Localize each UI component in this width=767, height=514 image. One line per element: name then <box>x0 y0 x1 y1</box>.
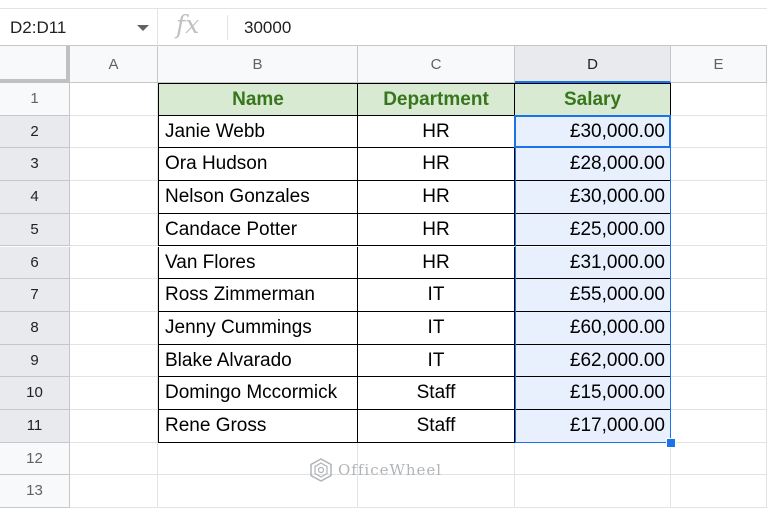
empty-cell[interactable] <box>70 246 158 280</box>
row-header-1[interactable]: 1 <box>0 83 70 116</box>
table-cell[interactable]: Nelson Gonzales <box>158 181 358 214</box>
row-header-12[interactable]: 12 <box>0 442 70 476</box>
table-cell[interactable]: HR <box>358 246 515 280</box>
empty-cell[interactable] <box>70 181 158 214</box>
empty-cell[interactable] <box>671 344 767 378</box>
empty-cell[interactable] <box>70 410 158 443</box>
empty-cell[interactable] <box>671 246 767 280</box>
table-cell[interactable]: Blake Alvarado <box>158 344 358 378</box>
chevron-down-icon[interactable] <box>137 25 149 31</box>
table-cell[interactable]: Ora Hudson <box>158 148 358 182</box>
empty-cell[interactable] <box>70 344 158 378</box>
table-cell[interactable]: Van Flores <box>158 246 358 280</box>
table-header-cell[interactable]: Department <box>358 83 515 116</box>
row-header-2[interactable]: 2 <box>0 115 70 149</box>
name-box[interactable]: D2:D11 <box>0 9 158 46</box>
empty-cell[interactable] <box>671 279 767 312</box>
watermark-text: OfficeWheel <box>338 461 443 479</box>
table-cell[interactable]: HR <box>358 213 515 247</box>
toolbar-edge <box>0 0 767 8</box>
empty-cell[interactable] <box>671 410 767 443</box>
table-cell[interactable]: £25,000.00 <box>515 213 671 247</box>
formula-input[interactable]: 30000 <box>244 18 291 38</box>
table-cell[interactable]: £55,000.00 <box>515 279 671 312</box>
select-all-corner[interactable] <box>0 46 70 83</box>
table-cell[interactable]: £30,000.00 <box>515 181 671 214</box>
empty-cell[interactable] <box>70 442 158 476</box>
empty-cell[interactable] <box>515 442 671 476</box>
empty-cell[interactable] <box>671 181 767 214</box>
table-cell[interactable]: IT <box>358 344 515 378</box>
table-header-cell[interactable]: Salary <box>515 83 671 116</box>
empty-cell[interactable] <box>70 148 158 182</box>
row-header-11[interactable]: 11 <box>0 410 70 443</box>
row-header-3[interactable]: 3 <box>0 148 70 182</box>
table-cell[interactable]: Staff <box>358 377 515 410</box>
column-header-a[interactable]: A <box>70 46 158 83</box>
empty-cell[interactable] <box>70 377 158 410</box>
table-cell[interactable]: £30,000.00 <box>515 115 671 149</box>
row-header-9[interactable]: 9 <box>0 344 70 378</box>
table-cell[interactable]: Candace Potter <box>158 213 358 247</box>
row-header-4[interactable]: 4 <box>0 181 70 214</box>
table-cell[interactable]: HR <box>358 148 515 182</box>
table-cell[interactable]: IT <box>358 279 515 312</box>
empty-cell[interactable] <box>671 377 767 410</box>
table-header-cell[interactable]: Name <box>158 83 358 116</box>
column-header-b[interactable]: B <box>158 46 358 83</box>
row-header-8[interactable]: 8 <box>0 311 70 345</box>
row-header-5[interactable]: 5 <box>0 213 70 247</box>
empty-cell[interactable] <box>671 442 767 476</box>
name-box-value: D2:D11 <box>10 18 67 37</box>
row-header-10[interactable]: 10 <box>0 377 70 410</box>
fill-handle[interactable] <box>666 437 676 448</box>
empty-cell[interactable] <box>70 213 158 247</box>
empty-cell[interactable] <box>70 311 158 345</box>
table-cell[interactable]: Rene Gross <box>158 410 358 443</box>
watermark: OfficeWheel <box>310 458 442 482</box>
row-header-6[interactable]: 6 <box>0 246 70 280</box>
column-header-e[interactable]: E <box>671 46 767 83</box>
empty-cell[interactable] <box>70 115 158 149</box>
officewheel-logo-icon <box>310 458 332 482</box>
formula-bar: D2:D11 fx 30000 <box>0 8 767 46</box>
table-cell[interactable]: £60,000.00 <box>515 311 671 345</box>
table-cell[interactable]: £17,000.00 <box>515 410 671 443</box>
table-cell[interactable]: Domingo Mccormick <box>158 377 358 410</box>
table-cell[interactable]: £31,000.00 <box>515 246 671 280</box>
formula-separator <box>227 15 228 40</box>
empty-cell[interactable] <box>671 115 767 149</box>
empty-cell[interactable] <box>70 279 158 312</box>
empty-cell[interactable] <box>671 83 767 116</box>
table-cell[interactable]: Janie Webb <box>158 115 358 149</box>
empty-cell[interactable] <box>515 475 671 509</box>
empty-cell[interactable] <box>70 475 158 509</box>
table-cell[interactable]: HR <box>358 115 515 149</box>
empty-cell[interactable] <box>671 311 767 345</box>
row-header-7[interactable]: 7 <box>0 279 70 312</box>
fx-icon: fx <box>176 10 200 39</box>
column-header-d[interactable]: D <box>515 46 671 83</box>
table-cell[interactable]: Staff <box>358 410 515 443</box>
table-cell[interactable]: HR <box>358 181 515 214</box>
empty-cell[interactable] <box>70 83 158 116</box>
empty-cell[interactable] <box>671 475 767 509</box>
table-cell[interactable]: Jenny Cummings <box>158 311 358 345</box>
table-cell[interactable]: IT <box>358 311 515 345</box>
table-cell[interactable]: £15,000.00 <box>515 377 671 410</box>
table-cell[interactable]: £62,000.00 <box>515 344 671 378</box>
table-cell[interactable]: £28,000.00 <box>515 148 671 182</box>
empty-cell[interactable] <box>671 148 767 182</box>
row-header-13[interactable]: 13 <box>0 475 70 509</box>
table-cell[interactable]: Ross Zimmerman <box>158 279 358 312</box>
empty-cell[interactable] <box>671 213 767 247</box>
column-header-c[interactable]: C <box>358 46 515 83</box>
